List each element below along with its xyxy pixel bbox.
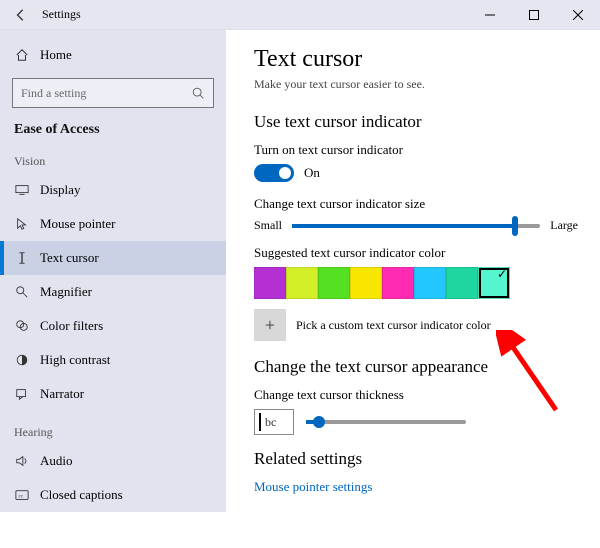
size-small-label: Small [254,218,282,233]
plus-icon: + [254,309,286,341]
text-cursor-icon [14,250,30,266]
size-large-label: Large [550,218,578,233]
sidebar-item-label: Color filters [40,318,103,334]
search-input[interactable]: Find a setting [12,78,214,108]
hearing-group-label: Hearing [0,411,226,444]
settings-window: Settings Home Find a setting [0,0,600,512]
home-label: Home [40,47,72,63]
related-link[interactable]: Mouse pointer settings [254,479,578,495]
related-heading: Related settings [254,449,578,469]
color-label: Suggested text cursor indicator color [254,245,578,261]
magnifier-icon [14,284,30,300]
color-swatch-6[interactable] [446,267,478,299]
minimize-button[interactable] [468,0,512,30]
sidebar-item-high-contrast[interactable]: High contrast [0,343,226,377]
close-button[interactable] [556,0,600,30]
sidebar-item-audio[interactable]: Audio [0,444,226,478]
maximize-button[interactable] [512,0,556,30]
thickness-label: Change text cursor thickness [254,387,578,403]
indicator-toggle[interactable]: On [254,164,578,182]
thickness-row: bc [254,409,578,435]
thickness-slider[interactable] [306,420,466,424]
size-slider-row: Small Large [254,218,578,233]
sidebar-item-label: Audio [40,453,73,469]
color-swatches [254,267,578,299]
audio-icon [14,453,30,469]
sidebar-item-closed-captions[interactable]: cc Closed captions [0,478,226,512]
main-panel: Text cursor Make your text cursor easier… [226,30,600,512]
ease-of-access-heading: Ease of Access [0,118,226,140]
sidebar-item-label: Narrator [40,386,84,402]
toggle-caption: Turn on text cursor indicator [254,142,578,158]
vision-group-label: Vision [0,140,226,173]
color-swatch-0[interactable] [254,267,286,299]
display-icon [14,182,30,198]
page-subtitle: Make your text cursor easier to see. [254,77,578,92]
toggle-track [254,164,294,182]
search-placeholder: Find a setting [21,86,191,101]
captions-icon: cc [14,487,30,503]
custom-color-label: Pick a custom text cursor indicator colo… [296,318,491,333]
svg-text:cc: cc [19,494,24,500]
size-slider[interactable] [292,224,540,228]
color-swatch-4[interactable] [382,267,414,299]
toggle-state: On [304,165,320,181]
color-swatch-2[interactable] [318,267,350,299]
indicator-heading: Use text cursor indicator [254,112,578,132]
thickness-preview: bc [254,409,294,435]
thickness-preview-text: bc [265,415,276,430]
window-title: Settings [42,7,81,22]
sidebar-item-label: Closed captions [40,487,123,503]
color-swatch-3[interactable] [350,267,382,299]
sidebar-home[interactable]: Home [0,38,226,72]
page-title: Text cursor [254,46,578,73]
sidebar-item-magnifier[interactable]: Magnifier [0,275,226,309]
sidebar-item-label: Magnifier [40,284,92,300]
sidebar-item-label: Mouse pointer [40,216,115,232]
back-button[interactable] [12,6,30,24]
sidebar-item-text-cursor[interactable]: Text cursor [0,241,226,275]
color-swatch-7[interactable] [478,267,510,299]
size-label: Change text cursor indicator size [254,196,578,212]
content-area: Home Find a setting Ease of Access Visio… [0,30,600,512]
color-swatch-1[interactable] [286,267,318,299]
sidebar-item-label: Text cursor [40,250,99,266]
sidebar-item-mouse-pointer[interactable]: Mouse pointer [0,207,226,241]
search-icon [191,86,205,100]
high-contrast-icon [14,352,30,368]
color-swatch-5[interactable] [414,267,446,299]
titlebar: Settings [0,0,600,30]
narrator-icon [14,386,30,402]
sidebar-item-label: High contrast [40,352,110,368]
sidebar-item-label: Display [40,182,80,198]
pointer-icon [14,216,30,232]
appearance-heading: Change the text cursor appearance [254,357,578,377]
sidebar-item-narrator[interactable]: Narrator [0,377,226,411]
sidebar: Home Find a setting Ease of Access Visio… [0,30,226,512]
sidebar-item-display[interactable]: Display [0,173,226,207]
home-icon [14,47,30,63]
sidebar-item-color-filters[interactable]: Color filters [0,309,226,343]
color-filters-icon [14,318,30,334]
custom-color-button[interactable]: + Pick a custom text cursor indicator co… [254,309,578,341]
